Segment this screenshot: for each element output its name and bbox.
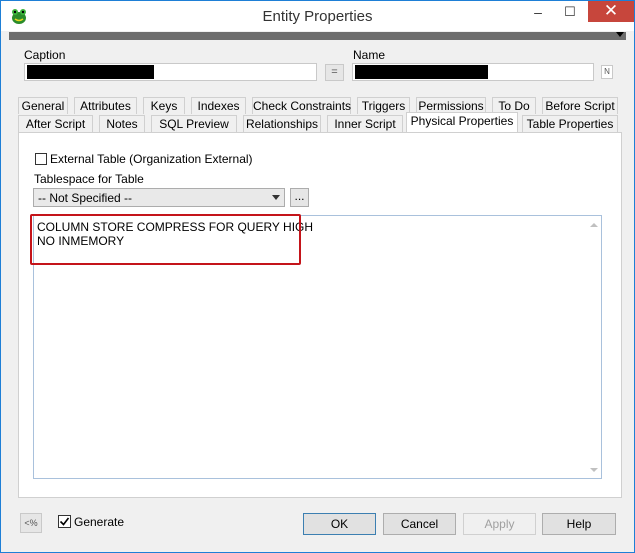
tab-attributes[interactable]: Attributes [74, 97, 137, 114]
highlight-box [30, 214, 301, 265]
equal-button[interactable]: = [325, 64, 344, 81]
tab-relationships[interactable]: Relationships [243, 115, 321, 132]
tablespace-value: -- Not Specified -- [38, 191, 133, 205]
tab-general[interactable]: General [18, 97, 68, 114]
redacted-value [355, 65, 488, 79]
tablespace-select[interactable]: -- Not Specified -- [33, 188, 285, 207]
generate-checkbox[interactable] [58, 515, 71, 528]
chevron-down-icon [272, 195, 280, 200]
tab-inner-script[interactable]: Inner Script [327, 115, 403, 132]
menu-overflow-icon[interactable] [616, 32, 624, 37]
scroll-down-icon[interactable] [590, 468, 598, 472]
tab-triggers[interactable]: Triggers [357, 97, 410, 114]
external-table-checkbox[interactable] [35, 153, 47, 165]
script-tags-button[interactable]: <% [20, 513, 42, 533]
minimize-button[interactable]: – [523, 1, 553, 23]
apply-button[interactable]: Apply [463, 513, 536, 535]
redacted-value [27, 65, 154, 79]
name-input[interactable] [352, 63, 594, 81]
scroll-up-icon[interactable] [590, 223, 598, 227]
name-label: Name [353, 48, 386, 62]
tab-sql-preview[interactable]: SQL Preview [151, 115, 237, 132]
editor-scrollbar[interactable] [585, 216, 601, 478]
checkmark-icon [59, 517, 70, 526]
close-button[interactable]: ✕ [588, 1, 634, 22]
name-options-icon[interactable]: N [601, 65, 613, 79]
menu-strip [9, 32, 626, 40]
tab-after-script[interactable]: After Script [18, 115, 93, 132]
cancel-button[interactable]: Cancel [383, 513, 456, 535]
tab-check-constraints[interactable]: Check Constraints [252, 97, 351, 114]
help-button[interactable]: Help [542, 513, 616, 535]
caption-input[interactable] [24, 63, 317, 81]
tablespace-browse-button[interactable]: ... [290, 188, 309, 207]
tablespace-label: Tablespace for Table [34, 172, 144, 186]
generate-label: Generate [74, 515, 125, 529]
ok-button[interactable]: OK [303, 513, 376, 535]
tab-before-script[interactable]: Before Script [542, 97, 618, 114]
tab-keys[interactable]: Keys [143, 97, 185, 114]
tab-notes[interactable]: Notes [99, 115, 145, 132]
tab-indexes[interactable]: Indexes [191, 97, 246, 114]
title-bar: Entity Properties – ☐ ✕ [1, 1, 634, 31]
tab-physical-properties[interactable]: Physical Properties [406, 112, 518, 132]
tab-table-properties[interactable]: Table Properties [522, 115, 618, 132]
entity-properties-window: Entity Properties – ☐ ✕ Caption = Name N… [0, 0, 635, 553]
maximize-button[interactable]: ☐ [554, 1, 586, 23]
caption-label: Caption [24, 48, 66, 62]
external-table-label: External Table (Organization External) [50, 152, 253, 166]
